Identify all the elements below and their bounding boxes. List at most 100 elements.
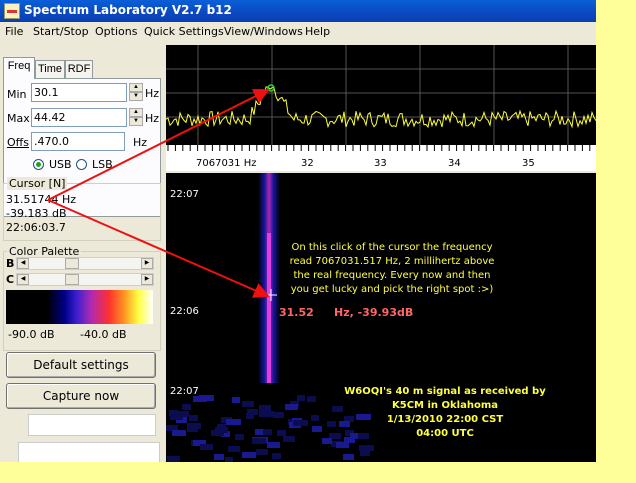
annotation-line: K5CM in Oklahoma — [392, 400, 498, 411]
min-label: Min — [7, 88, 27, 101]
spectrum-grid — [166, 45, 596, 145]
cursor-freq: 31.51744 Hz — [6, 193, 77, 206]
annotation-click-note: On this click of the cursor the frequenc… — [276, 241, 508, 297]
signal-core — [267, 233, 271, 383]
up-arrow-icon[interactable]: ▲ — [129, 108, 143, 117]
lsb-radio[interactable] — [76, 159, 87, 170]
time-label-1: 22:07 — [170, 189, 199, 200]
noise-block — [307, 396, 316, 402]
menu-file[interactable]: File — [5, 25, 23, 38]
noise-block — [256, 449, 268, 455]
menu-view-windows[interactable]: View/Windows — [224, 25, 303, 38]
left-arrow-icon[interactable]: ◀ — [17, 274, 29, 285]
cursor-time: 22:06:03.7 — [6, 221, 66, 234]
waterfall-display[interactable]: 22:07 22:06 22:07 On this click of the c… — [166, 173, 596, 462]
noise-block — [167, 456, 180, 462]
readout-level: Hz, -39.93dB — [334, 306, 414, 319]
usb-radio[interactable] — [33, 159, 44, 170]
noise-block — [259, 405, 271, 411]
noise-block — [246, 413, 254, 419]
slider-thumb[interactable] — [65, 258, 79, 269]
left-arrow-icon[interactable]: ◀ — [17, 258, 29, 269]
noise-block — [211, 430, 224, 436]
noise-block — [293, 420, 308, 426]
noise-block — [259, 411, 273, 417]
noise-block — [267, 442, 280, 448]
contrast-label: C — [6, 273, 15, 286]
offs-label[interactable]: Offs — [7, 136, 29, 149]
noise-block — [297, 395, 305, 401]
noise-block — [327, 421, 336, 427]
noise-block — [277, 430, 286, 436]
usb-label: USB — [49, 158, 72, 171]
noise-block — [177, 411, 189, 417]
noise-block — [235, 434, 244, 440]
app-icon — [4, 3, 20, 19]
title-bar: Spectrum Laboratory V2.7 b12 — [0, 0, 596, 22]
offset-input[interactable]: .470.0 — [31, 132, 125, 151]
up-arrow-icon[interactable]: ▲ — [129, 83, 143, 92]
tab-rdf[interactable]: RDF — [65, 60, 93, 78]
down-arrow-icon[interactable]: ▼ — [129, 92, 143, 101]
annotation-line: you get lucky and pick the right spot :>… — [290, 284, 494, 295]
noise-block — [214, 454, 224, 460]
right-arrow-icon[interactable]: ▶ — [141, 258, 153, 269]
menu-start-stop[interactable]: Start/Stop — [33, 25, 89, 38]
scale-label-34: 34 — [448, 158, 461, 169]
min-freq-input[interactable]: 30.1 — [31, 83, 127, 102]
noise-block — [242, 401, 254, 407]
noise-block — [228, 446, 240, 452]
brightness-label: B — [6, 257, 15, 270]
scale-label-33: 33 — [374, 158, 387, 169]
menu-help[interactable]: Help — [305, 25, 330, 38]
default-settings-button[interactable]: Default settings — [6, 352, 156, 378]
cursor-title: Cursor [N] — [7, 177, 68, 190]
noise-block — [322, 438, 332, 444]
noise-block — [272, 453, 281, 459]
min-freq-stepper[interactable]: ▲ ▼ — [129, 83, 143, 102]
noise-block — [273, 412, 284, 418]
right-arrow-icon[interactable]: ▶ — [141, 274, 153, 285]
noise-block — [226, 419, 241, 425]
noise-block — [232, 397, 240, 403]
noise-block — [182, 404, 191, 410]
tab-freq[interactable]: Freq — [3, 57, 35, 79]
tab-time[interactable]: Time — [35, 60, 65, 78]
status-field — [28, 414, 156, 436]
noise-block — [283, 436, 295, 442]
annotation-line: On this click of the cursor the frequenc… — [291, 242, 493, 253]
down-arrow-icon[interactable]: ▼ — [129, 117, 143, 126]
noise-block — [200, 444, 213, 450]
contrast-slider[interactable]: ◀ ▶ — [16, 273, 154, 286]
status-field-2 — [18, 442, 160, 462]
slider-thumb[interactable] — [65, 274, 79, 285]
max-freq-stepper[interactable]: ▲ ▼ — [129, 108, 143, 127]
max-label: Max — [7, 112, 30, 125]
scale-label-32: 32 — [301, 158, 314, 169]
min-unit: Hz — [145, 87, 160, 100]
max-freq-input[interactable]: 44.42 — [31, 108, 127, 127]
menu-options[interactable]: Options — [95, 25, 137, 38]
noise-block — [169, 410, 178, 416]
capture-now-button[interactable]: Capture now — [6, 383, 156, 409]
noise-block — [225, 457, 233, 462]
color-palette-bar — [6, 290, 153, 324]
brightness-slider[interactable]: ◀ ▶ — [16, 257, 154, 270]
noise-block — [187, 423, 201, 429]
annotation-line: the real frequency. Every now and then — [293, 270, 491, 281]
menu-quick-settings[interactable]: Quick Settings — [144, 25, 224, 38]
noise-block — [189, 415, 198, 421]
palette-min-label: -90.0 dB — [8, 328, 55, 341]
annotation-line: W6OQI's 40 m signal as received by — [344, 386, 546, 397]
max-unit: Hz — [145, 112, 160, 125]
noise-block — [360, 450, 370, 456]
time-label-2: 22:06 — [170, 306, 199, 317]
noise-block — [311, 415, 319, 421]
readout-frequency: 31.52 — [279, 306, 314, 319]
spectrum-svg: 7067031 Hz 32 33 34 35 — [165, 45, 596, 171]
app-window: Spectrum Laboratory V2.7 b12 File Start/… — [0, 0, 596, 462]
annotation-line: read 7067031.517 Hz, 2 millihertz above — [289, 256, 495, 267]
noise-block — [312, 426, 322, 432]
annotation-line: 04:00 UTC — [416, 428, 474, 439]
spectrum-graph[interactable]: 7067031 Hz 32 33 34 35 — [165, 45, 596, 171]
